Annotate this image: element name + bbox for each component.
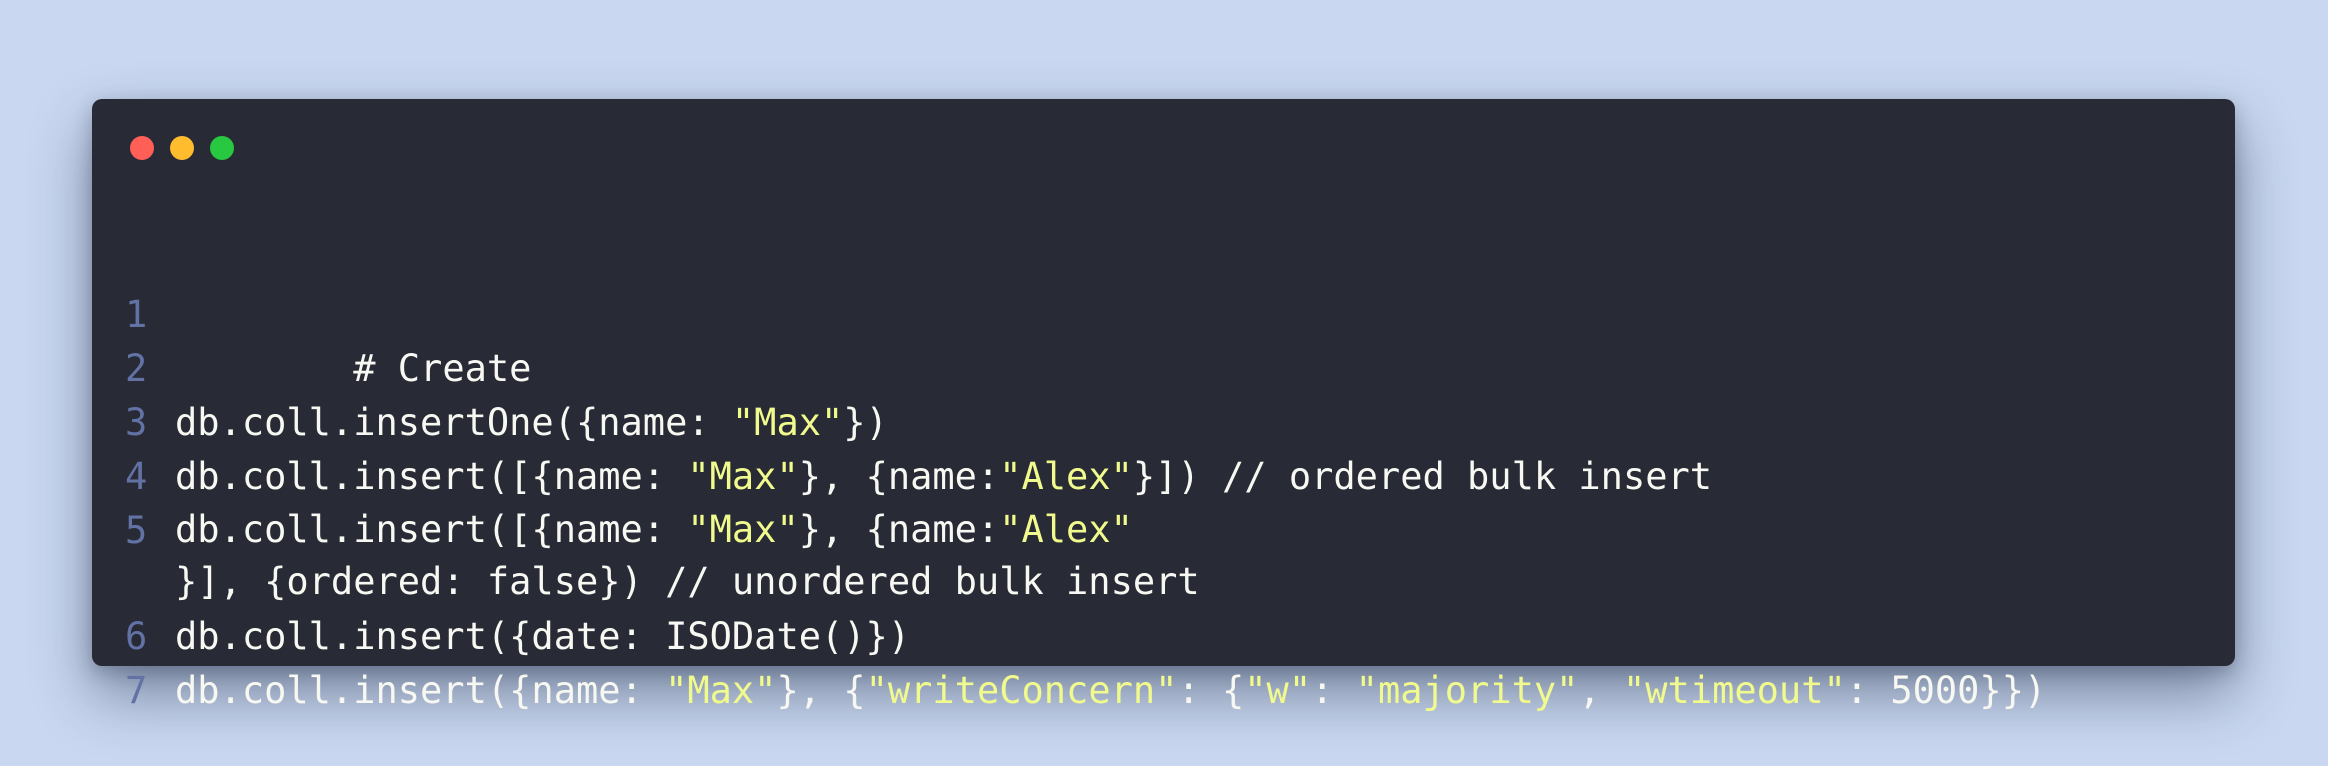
code-token: : 5000}}): [1845, 669, 2047, 712]
string-token: "w": [1244, 669, 1312, 712]
string-token: "Alex": [999, 508, 1133, 551]
code-token: db.coll.insertOne({name:: [175, 401, 732, 444]
code-token: db.coll.insert({date: ISODate()}): [175, 615, 911, 658]
line-number: 1: [125, 293, 148, 336]
code-content: db.coll.insert([{name: "Max"}, {name:"Al…: [175, 504, 1200, 608]
code-token: db.coll.insert([{name:: [175, 508, 688, 551]
string-token: "Max": [665, 669, 777, 712]
code-token: ,: [1578, 669, 1623, 712]
code-content: db.coll.insert([{name: "Max"}, {name:"Al…: [175, 450, 1712, 504]
string-token: "Alex": [999, 455, 1133, 498]
code-token: }): [843, 401, 888, 444]
string-token: "Max": [687, 508, 799, 551]
code-token: }], {ordered: false}) // unordered bulk …: [175, 560, 1200, 603]
close-button[interactable]: [130, 136, 154, 160]
code-line-4: 4 db.coll.insert([{name: "Max"}, {name:"…: [125, 450, 2215, 504]
code-token: }]) // ordered bulk insert: [1132, 455, 1713, 498]
code-token: # Create: [353, 347, 532, 390]
code-block: 1 # Create 2 3 db.coll.insertOne({name: …: [125, 288, 2215, 718]
code-token: : {: [1177, 669, 1245, 712]
line-number: 4: [125, 455, 148, 498]
string-token: "writeConcern": [865, 669, 1178, 712]
code-content: db.coll.insert({date: ISODate()}): [175, 610, 910, 664]
code-content: db.coll.insert({name: "Max"}, {"writeCon…: [175, 664, 2046, 718]
line-number: 7: [125, 669, 148, 712]
code-content: db.coll.insertOne({name: "Max"}): [175, 396, 888, 450]
minimize-button[interactable]: [170, 136, 194, 160]
code-token: }, {: [776, 669, 866, 712]
window-controls: [130, 136, 234, 160]
code-line-6: 6 db.coll.insert({date: ISODate()}): [125, 610, 2215, 664]
code-token: }, {name:: [798, 508, 1000, 551]
line-number: 3: [125, 401, 148, 444]
string-token: "Max": [687, 455, 799, 498]
line-number: 5: [125, 509, 148, 552]
line-number: 2: [125, 347, 148, 390]
maximize-button[interactable]: [210, 136, 234, 160]
code-token: }, {name:: [798, 455, 1000, 498]
code-line-3: 3 db.coll.insertOne({name: "Max"}): [125, 396, 2215, 450]
code-token: db.coll.insert({name:: [175, 669, 666, 712]
string-token: "wtimeout": [1623, 669, 1846, 712]
string-token: "majority": [1355, 669, 1579, 712]
code-window: 1 # Create 2 3 db.coll.insertOne({name: …: [92, 99, 2235, 712]
code-line-5: 5 db.coll.insert([{name: "Max"}, {name:"…: [125, 504, 2215, 610]
code-line-7: 7 db.coll.insert({name: "Max"}, {"writeC…: [125, 664, 2215, 718]
code-token: db.coll.insert([{name:: [175, 455, 688, 498]
code-line-1: 1 # Create: [125, 288, 2215, 390]
code-token: :: [1311, 669, 1356, 712]
string-token: "Max": [731, 401, 844, 444]
line-number: 6: [125, 615, 148, 658]
